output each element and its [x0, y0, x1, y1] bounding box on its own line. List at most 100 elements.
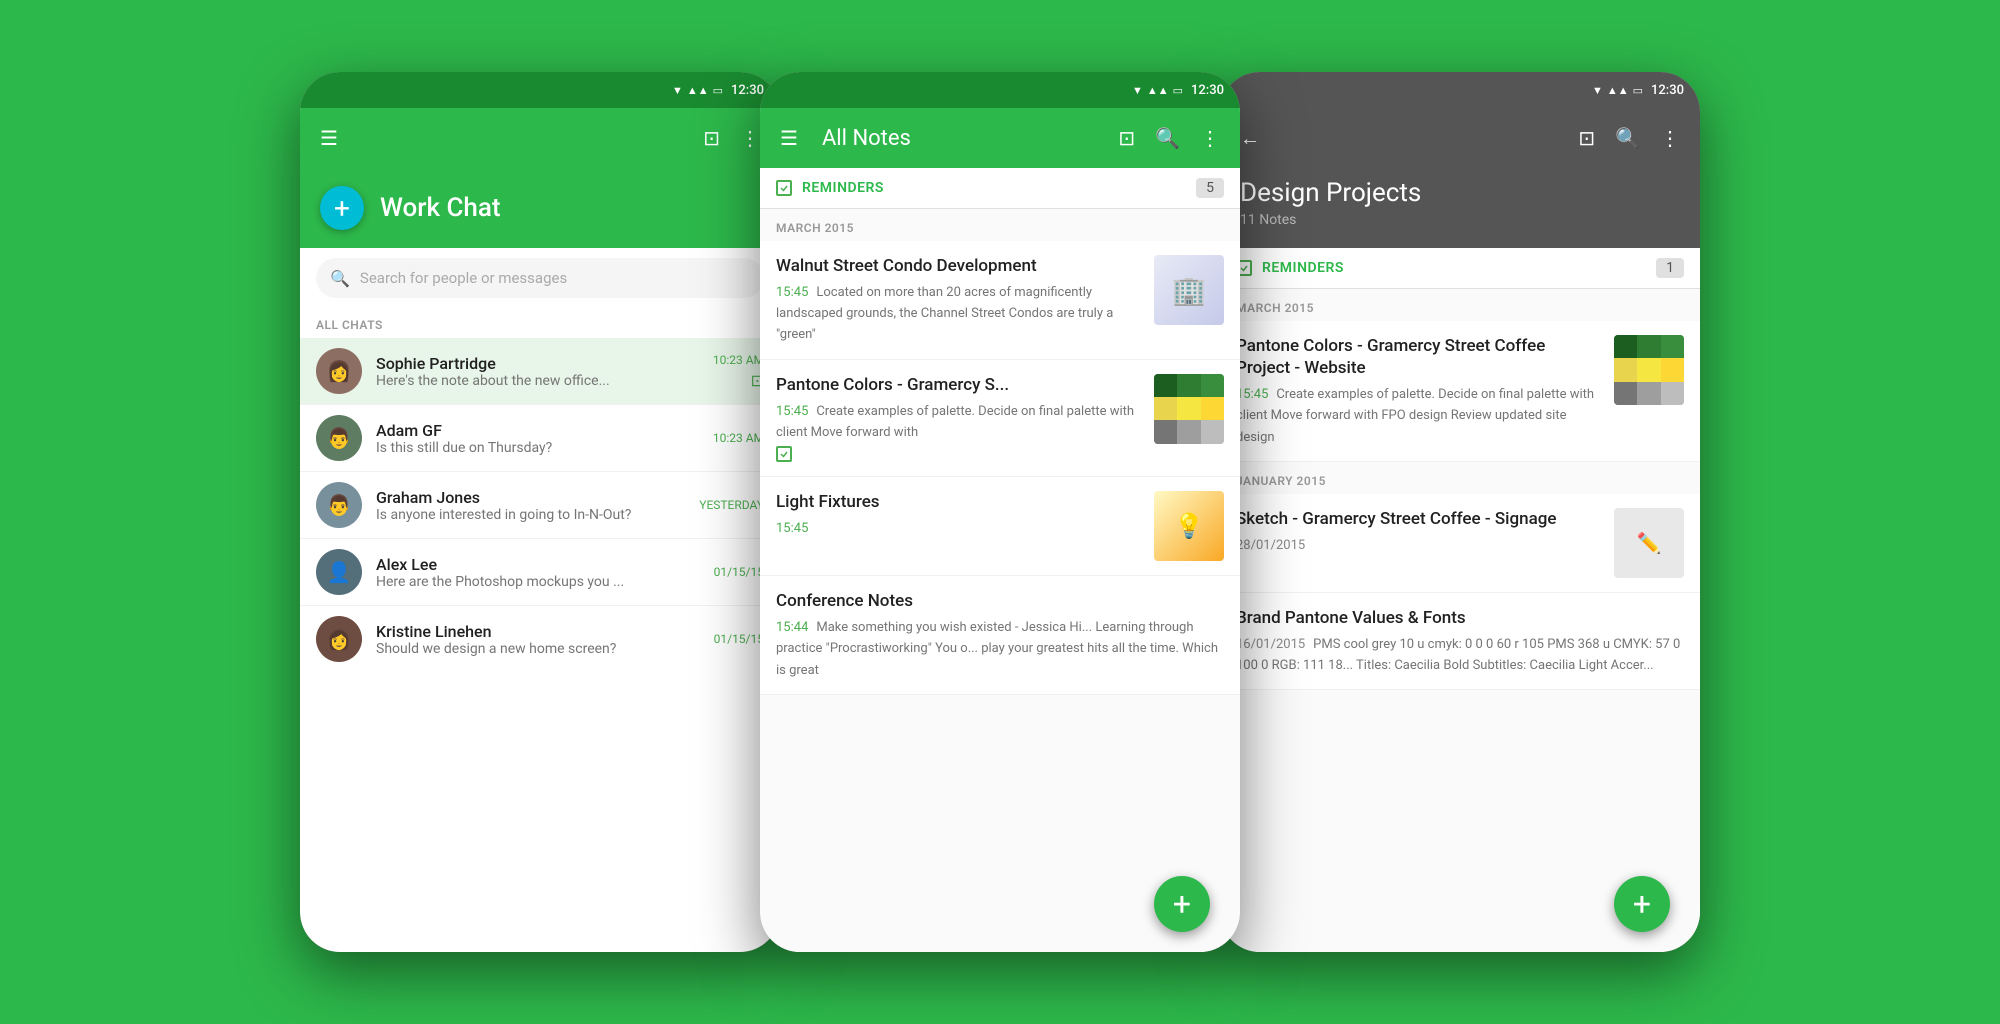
dp-note-time-pantone: 15:45	[1236, 387, 1268, 402]
note-body-pantone: 15:45 Create examples of palette. Decide…	[776, 400, 1142, 442]
battery-icon-2: ▭	[1173, 84, 1183, 97]
chat-time-1: 10:23 AM	[713, 431, 764, 445]
network-icon-2: ▲▲	[1147, 84, 1169, 97]
note-body-walnut: 15:45 Located on more than 20 acres of m…	[776, 281, 1142, 345]
new-note-fab-3[interactable]: +	[1614, 876, 1670, 932]
note-body-fixtures: 15:45	[776, 517, 1142, 536]
chat-item-3[interactable]: 👤 Alex Lee Here are the Photoshop mockup…	[300, 539, 780, 606]
date-section-march-2015: MARCH 2015	[760, 209, 1240, 241]
chat-time-4: 01/15/15	[714, 632, 764, 646]
workchat-title: Work Chat	[380, 193, 501, 223]
reminder-icon-pantone	[776, 446, 792, 462]
note-title-fixtures: Light Fixtures	[776, 491, 1142, 513]
chat-info-3: Alex Lee Here are the Photoshop mockups …	[376, 555, 700, 590]
network-icon-1: ▲▲	[687, 84, 709, 97]
signal-icon-3: ▼	[1592, 84, 1603, 97]
avatar-4: 👩	[316, 616, 362, 662]
reminders-bar-2[interactable]: REMINDERS 5	[760, 168, 1240, 209]
chat-info-0: Sophie Partridge Here's the note about t…	[376, 354, 699, 389]
dp-note-snippet-pantone: Create examples of palette. Decide on fi…	[1236, 387, 1594, 444]
note-time-fixtures: 15:45	[776, 521, 808, 536]
note-snippet-walnut: Located on more than 20 acres of magnifi…	[776, 285, 1113, 342]
dp-date-january: JANUARY 2015	[1220, 462, 1700, 494]
avatar-2: 👨	[316, 482, 362, 528]
note-text-pantone: Pantone Colors - Gramercy S... 15:45 Cre…	[776, 374, 1142, 462]
reminders-label-2: REMINDERS	[802, 180, 1186, 196]
dp-content: REMINDERS 1 MARCH 2015 Pantone Colors - …	[1220, 248, 1700, 952]
dp-note-sketch[interactable]: Sketch - Gramercy Street Coffee - Signag…	[1220, 494, 1700, 593]
all-chats-label: ALL CHATS	[300, 308, 780, 338]
dp-note-time-sketch: 28/01/2015	[1236, 538, 1305, 553]
chat-item-1[interactable]: 👨 Adam GF Is this still due on Thursday?…	[300, 405, 780, 472]
note-time-pantone: 15:45	[776, 404, 808, 419]
more-icon-3[interactable]: ⋮	[1656, 122, 1684, 154]
dp-note-title-pantone: Pantone Colors - Gramercy Street Coffee …	[1236, 335, 1602, 379]
dp-note-body-pantone: 15:45 Create examples of palette. Decide…	[1236, 383, 1602, 447]
avatar-3: 👤	[316, 549, 362, 595]
dp-note-brand[interactable]: Brand Pantone Values & Fonts 16/01/2015 …	[1220, 593, 1700, 690]
notebook-title: Design Projects	[1240, 178, 1680, 208]
search-icon-1: 🔍	[330, 269, 350, 288]
phones-container: ▼ ▲▲ ▭ 12:30 ☰ ⊡ ⋮ + Work Chat 🔍	[0, 0, 2000, 1024]
chat-meta-2: YESTERDAY	[699, 498, 764, 512]
chat-preview-0: Here's the note about the new office...	[376, 373, 699, 389]
evernote-icon-2[interactable]: ⊡	[1114, 122, 1139, 154]
note-item-fixtures[interactable]: Light Fixtures 15:45 💡	[760, 477, 1240, 576]
note-item-pantone[interactable]: Pantone Colors - Gramercy S... 15:45 Cre…	[760, 360, 1240, 477]
more-icon-2[interactable]: ⋮	[1196, 122, 1224, 154]
note-text-walnut: Walnut Street Condo Development 15:45 Lo…	[776, 255, 1142, 345]
chat-meta-0: 10:23 AM ⊡	[713, 353, 764, 390]
chat-info-4: Kristine Linehen Should we design a new …	[376, 622, 700, 657]
chat-name-2: Graham Jones	[376, 488, 685, 507]
chat-list: 👩 Sophie Partridge Here's the note about…	[300, 338, 780, 952]
reminders-checkbox-icon-2	[776, 180, 792, 196]
note-thumb-fixtures: 💡	[1154, 491, 1224, 561]
chat-preview-1: Is this still due on Thursday?	[376, 440, 699, 456]
status-bar-2: ▼ ▲▲ ▭ 12:30	[760, 72, 1240, 108]
chat-name-3: Alex Lee	[376, 555, 700, 574]
chat-preview-3: Here are the Photoshop mockups you ...	[376, 574, 700, 590]
chat-info-2: Graham Jones Is anyone interested in goi…	[376, 488, 685, 523]
chat-name-4: Kristine Linehen	[376, 622, 700, 641]
dp-note-body-brand: 16/01/2015 PMS cool grey 10 u cmyk: 0 0 …	[1236, 633, 1684, 675]
search-placeholder-1: Search for people or messages	[360, 269, 567, 287]
status-bar-3: ▼ ▲▲ ▭ 12:30	[1220, 72, 1700, 108]
new-note-fab-2[interactable]: +	[1154, 876, 1210, 932]
chat-item-4[interactable]: 👩 Kristine Linehen Should we design a ne…	[300, 606, 780, 672]
reminders-bar-3[interactable]: REMINDERS 1	[1220, 248, 1700, 289]
phone-2: ▼ ▲▲ ▭ 12:30 ☰ All Notes ⊡ 🔍 ⋮	[760, 72, 1240, 952]
note-title-walnut: Walnut Street Condo Development	[776, 255, 1142, 277]
battery-icon-3: ▭	[1633, 84, 1643, 97]
workchat-header: + Work Chat	[300, 168, 780, 248]
evernote-icon-3[interactable]: ⊡	[1574, 122, 1599, 154]
new-chat-fab[interactable]: +	[320, 186, 364, 230]
reminders-badge-3: 1	[1656, 258, 1684, 278]
signal-icon-2: ▼	[1132, 84, 1143, 97]
dp-note-pantone[interactable]: Pantone Colors - Gramercy Street Coffee …	[1220, 321, 1700, 462]
note-item-walnut[interactable]: Walnut Street Condo Development 15:45 Lo…	[760, 241, 1240, 360]
phone-1: ▼ ▲▲ ▭ 12:30 ☰ ⊡ ⋮ + Work Chat 🔍	[300, 72, 780, 952]
menu-icon-2[interactable]: ☰	[776, 122, 802, 154]
chat-name-1: Adam GF	[376, 421, 699, 440]
note-snippet-conference: Make something you wish existed - Jessic…	[776, 620, 1218, 677]
note-text-conference: Conference Notes 15:44 Make something yo…	[776, 590, 1224, 680]
dp-date-march: MARCH 2015	[1220, 289, 1700, 321]
status-time-1: 12:30	[731, 83, 764, 98]
chat-info-1: Adam GF Is this still due on Thursday?	[376, 421, 699, 456]
reminders-badge-2: 5	[1196, 178, 1224, 198]
note-text-fixtures: Light Fixtures 15:45	[776, 491, 1142, 536]
chat-meta-4: 01/15/15	[714, 632, 764, 646]
status-time-2: 12:30	[1191, 83, 1224, 98]
search-icon-2[interactable]: 🔍	[1151, 122, 1184, 154]
chat-item-0[interactable]: 👩 Sophie Partridge Here's the note about…	[300, 338, 780, 405]
note-item-conference[interactable]: Conference Notes 15:44 Make something yo…	[760, 576, 1240, 695]
back-icon-3[interactable]: ←	[1236, 122, 1264, 155]
evernote-icon-1[interactable]: ⊡	[699, 122, 724, 154]
status-time-3: 12:30	[1651, 83, 1684, 98]
dp-note-thumb-sketch: ✏️	[1614, 508, 1684, 578]
search-icon-3[interactable]: 🔍	[1611, 122, 1644, 154]
search-bar-1[interactable]: 🔍 Search for people or messages	[316, 258, 764, 298]
note-thumb-pantone	[1154, 374, 1224, 444]
chat-item-2[interactable]: 👨 Graham Jones Is anyone interested in g…	[300, 472, 780, 539]
menu-icon-1[interactable]: ☰	[316, 122, 342, 154]
